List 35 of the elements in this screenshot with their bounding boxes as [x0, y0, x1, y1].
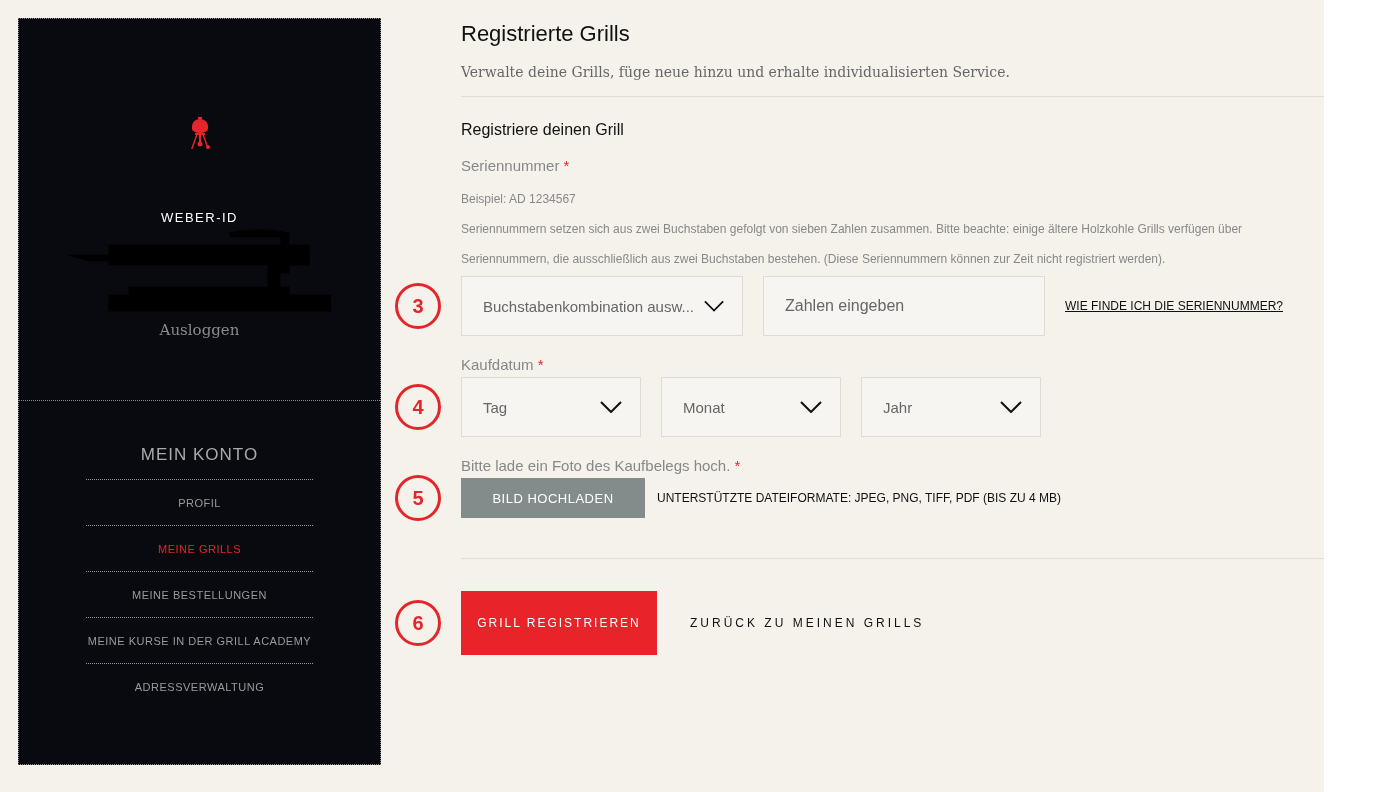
annotation-marker: 5	[395, 475, 441, 521]
annotation-marker: 3	[395, 283, 441, 329]
chevron-down-icon	[1000, 401, 1022, 413]
letters-select[interactable]: Buchstabenkombination ausw...	[461, 276, 743, 336]
date-select[interactable]: Tag	[461, 377, 641, 437]
back-link[interactable]: ZURÜCK ZU MEINEN GRILLS	[690, 616, 925, 630]
grill-logo-icon	[189, 117, 210, 150]
example-text: Beispiel: AD 1234567	[461, 191, 577, 208]
logout-link[interactable]: Ausloggen	[159, 321, 240, 339]
page-title: Registrierte Grills	[461, 21, 631, 47]
annotation-marker: 4	[395, 384, 441, 430]
nav-item[interactable]: PROFIL	[86, 479, 313, 525]
formats-text: UNTERSTÜTZTE DATEIFORMATE: JPEG, PNG, TIFF, PDF (BIS ZU 4 MB)	[657, 491, 1061, 505]
date-select[interactable]: Monat	[661, 377, 841, 437]
page-subtitle: Verwalte deine Grills, füge neue hinzu und erhalte individualisierten Service.	[461, 64, 1324, 97]
annotation-marker: 6	[395, 600, 441, 646]
nav-item[interactable]: ADRESSVERWALTUNG	[86, 663, 313, 709]
date-select[interactable]: Jahr	[861, 377, 1041, 437]
hint-text: Seriennummern setzen sich aus zwei Buchstaben gefolgt von sieben Zahlen zusammen. Bitte beachte: einige ältere Holzkohle Grills verfügen über Seriennummern, die ausschließlich aus zwei Buchstaben bestehen. (Diese Seriennummern können zur Zeit nicht registriert werden).	[461, 221, 1244, 268]
field-label: Bitte lade ein Foto des Kaufbelegs hoch. *	[461, 457, 742, 474]
weber-id-label: WEBER-ID	[161, 210, 238, 225]
field-label: Kaufdatum *	[461, 356, 545, 373]
form-title: Registriere deinen Grill	[461, 121, 625, 139]
chevron-down-icon	[703, 300, 724, 312]
chevron-down-icon	[800, 401, 822, 413]
nav-item[interactable]: MEINE GRILLS	[86, 525, 313, 571]
register-button[interactable]: GRILL REGISTRIEREN	[461, 591, 657, 655]
upload-button[interactable]: BILD HOCHLADEN	[461, 478, 645, 518]
nav-item[interactable]: MEINE BESTELLUNGEN	[86, 571, 313, 617]
nav-title: MEIN KONTO	[140, 445, 259, 466]
field-label: Seriennummer *	[461, 157, 571, 174]
numbers-input[interactable]: Zahlen eingeben	[763, 276, 1045, 336]
chevron-down-icon	[600, 401, 622, 413]
help-link[interactable]: WIE FINDE ICH DIE SERIENNUMMER?	[1065, 299, 1283, 313]
nav-item[interactable]: MEINE KURSE IN DER GRILL ACADEMY	[86, 617, 313, 663]
